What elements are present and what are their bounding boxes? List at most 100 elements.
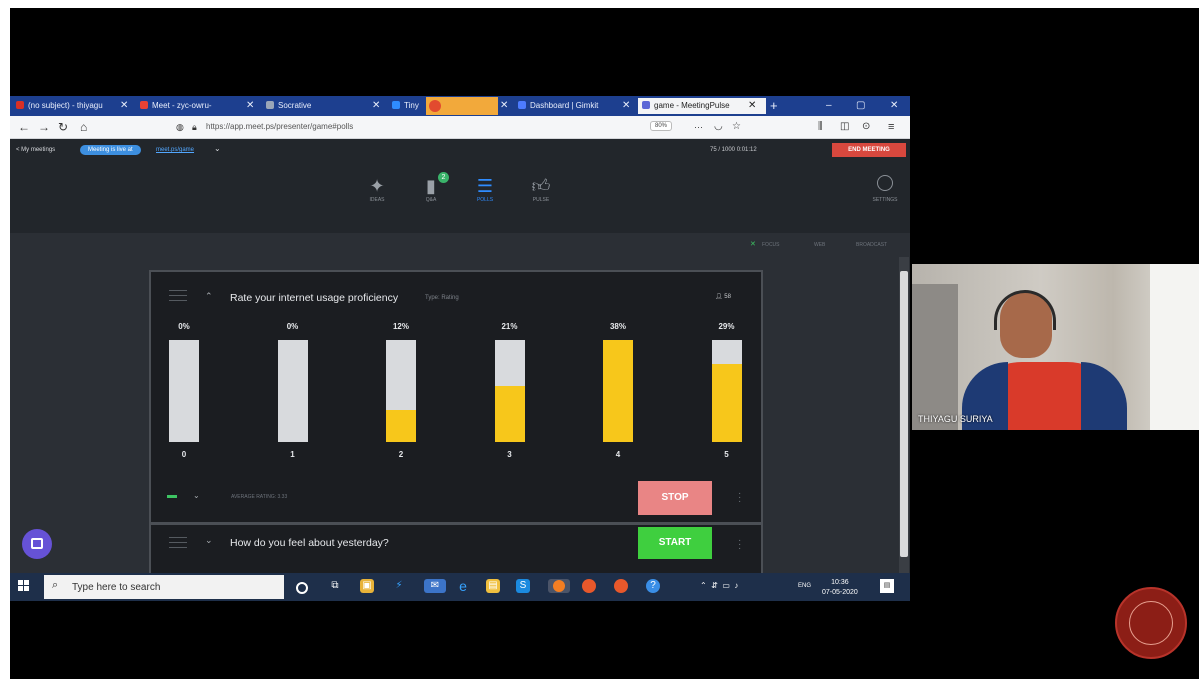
drag-handle-icon[interactable]	[169, 537, 187, 549]
scrollbar[interactable]	[899, 257, 909, 573]
live-status-pill: Meeting is live at	[80, 145, 141, 155]
url-field[interactable]: https://app.meet.ps/presenter/game#polls	[206, 119, 766, 135]
maximize-icon[interactable]: ▢	[856, 98, 865, 114]
nav-pulse[interactable]: 👍︎ PULSE	[518, 175, 564, 203]
bar-value-label: 38%	[609, 322, 626, 331]
close-tab-icon[interactable]: ✕	[622, 98, 630, 114]
more-vertical-icon[interactable]: · · ·	[738, 536, 741, 554]
more-vertical-icon[interactable]: · · ·	[738, 489, 741, 507]
edge-icon[interactable]: e	[456, 579, 470, 593]
more-icon[interactable]: ···	[694, 119, 703, 135]
meeting-stats: 75 / 1000 0:01:12	[710, 147, 757, 153]
back-icon[interactable]: ←	[18, 119, 30, 135]
windows-taskbar: ⌕ Type here to search ⧉ ▣ ⚡︎ ✉ e ▤ S ? ⌃…	[10, 573, 910, 601]
bar-track	[277, 340, 308, 442]
firefox-dev-icon[interactable]	[582, 579, 596, 593]
tiny-icon	[392, 101, 400, 109]
bar-track	[386, 340, 416, 442]
chat-support-button[interactable]	[22, 529, 52, 559]
thunderbolt-icon[interactable]: ⚡︎	[392, 579, 406, 593]
home-icon[interactable]: ⌂	[80, 119, 87, 135]
browser-tab-active[interactable]: game - MeetingPulse	[638, 98, 766, 114]
account-icon[interactable]: ⊙	[862, 119, 870, 135]
task-view-icon[interactable]: ⧉	[328, 579, 342, 593]
browser-tab[interactable]: Socrative	[266, 98, 366, 114]
chevron-down-icon[interactable]: ⌄	[214, 144, 221, 153]
notification-icon[interactable]: ▤	[880, 579, 894, 593]
chevron-down-icon[interactable]: ⌄	[193, 491, 200, 500]
close-tab-icon[interactable]: ✕	[372, 98, 380, 114]
socrative-icon	[266, 101, 274, 109]
meeting-link[interactable]: meet.ps/game	[156, 147, 194, 153]
pocket-icon[interactable]: ◡	[714, 119, 723, 135]
file-explorer-icon[interactable]: ▤	[486, 579, 500, 593]
average-rating: AVERAGE RATING: 3.33	[231, 494, 288, 500]
taskbar-clock[interactable]: 10:36 07-05-2020	[822, 578, 858, 598]
shared-screen: (no subject) - thiyagu ✕ Meet - zyc-owru…	[10, 96, 910, 601]
cortana-icon[interactable]	[296, 582, 308, 594]
my-meetings-link[interactable]: < My meetings	[16, 147, 55, 153]
browser-tab[interactable]: Tiny	[392, 98, 426, 114]
webcam-tile: THIYAGU SURIYA	[912, 264, 1199, 430]
settings-button[interactable]: SETTINGS	[865, 175, 905, 203]
record-icon	[429, 100, 441, 112]
stop-button[interactable]: STOP	[638, 481, 712, 515]
bookmark-star-icon[interactable]: ☆	[732, 119, 741, 135]
new-tab-button[interactable]: +	[770, 98, 778, 114]
firefox-icon[interactable]	[548, 579, 570, 593]
start-button[interactable]: START	[638, 527, 712, 559]
bar-category-label: 5	[724, 450, 729, 459]
close-tab-icon[interactable]: ✕	[500, 98, 508, 114]
nav-polls[interactable]: ☰ POLLS	[462, 175, 508, 203]
shield-icon[interactable]: ◍	[176, 119, 184, 135]
hamburger-menu-icon[interactable]: ≡	[888, 119, 894, 135]
browser-tab[interactable]: Dashboard | Gimkit	[518, 98, 628, 114]
browser-nav-bar: ← → ↻ ⌂ ◍ 🔒︎ https://app.meet.ps/present…	[10, 116, 910, 139]
store-icon[interactable]: ▣	[360, 579, 374, 593]
chevron-up-icon[interactable]: ⌃	[700, 581, 707, 590]
polls-list[interactable]: ⌃ Rate your internet usage proficiency T…	[10, 257, 910, 575]
bar-value-label: 0%	[178, 322, 190, 331]
close-tab-icon[interactable]: ✕	[246, 98, 254, 114]
meet-icon	[140, 101, 148, 109]
view-focus[interactable]: FOCUS	[762, 242, 780, 248]
browser-tab[interactable]: Meet - zyc-owru-	[140, 98, 258, 114]
nav-ideas[interactable]: ✦ IDEAS	[354, 175, 400, 203]
library-icon[interactable]: ⫼	[818, 119, 823, 135]
close-tab-icon[interactable]: ✕	[120, 98, 128, 114]
volume-icon[interactable]: ♪	[734, 581, 738, 590]
meetingpulse-icon	[642, 101, 650, 109]
language-indicator[interactable]: ENG	[798, 583, 811, 589]
reload-icon[interactable]: ↻	[58, 119, 68, 135]
bar-track	[169, 340, 199, 442]
windows-start-icon[interactable]	[18, 580, 30, 592]
app-header: < My meetings Meeting is live at meet.ps…	[10, 139, 910, 233]
mail-icon[interactable]: ✉	[424, 579, 446, 593]
sidebar-icon[interactable]: ◫	[840, 119, 849, 135]
help-icon[interactable]: ?	[646, 579, 660, 593]
taskbar-search-input[interactable]: ⌕ Type here to search	[44, 575, 284, 599]
rating-bar-chart	[151, 272, 761, 472]
minimize-icon[interactable]: –	[826, 98, 832, 114]
browser-tab[interactable]: (no subject) - thiyagu	[16, 98, 134, 114]
gimkit-icon	[518, 101, 526, 109]
network-icon[interactable]: ⇵	[711, 581, 718, 590]
close-tab-icon[interactable]: ✕	[748, 98, 756, 114]
bar-value-label: 0%	[286, 322, 299, 331]
view-broadcast[interactable]: BROADCAST	[856, 242, 887, 248]
poll-card: ⌃ Rate your internet usage proficiency T…	[149, 270, 763, 524]
scrollbar-thumb[interactable]	[900, 271, 908, 557]
display-icon[interactable]: ▬	[167, 490, 177, 501]
end-meeting-button[interactable]: END MEETING	[832, 143, 906, 157]
poll-card: ⌄ How do you feel about yesterday? START…	[149, 523, 763, 575]
chrome-icon[interactable]	[614, 579, 628, 593]
zoom-level[interactable]: 80%	[650, 121, 673, 131]
chevron-down-icon[interactable]: ⌄	[205, 535, 213, 546]
system-tray[interactable]: ⌃ ⇵ ▭ ♪	[700, 581, 738, 590]
screen-share-toolbar[interactable]	[426, 97, 498, 115]
forward-icon[interactable]: →	[38, 119, 50, 135]
close-window-icon[interactable]: ✕	[890, 98, 898, 114]
skype-icon[interactable]: S	[516, 579, 530, 593]
view-web[interactable]: WEB	[814, 242, 825, 248]
battery-icon[interactable]: ▭	[722, 581, 730, 590]
